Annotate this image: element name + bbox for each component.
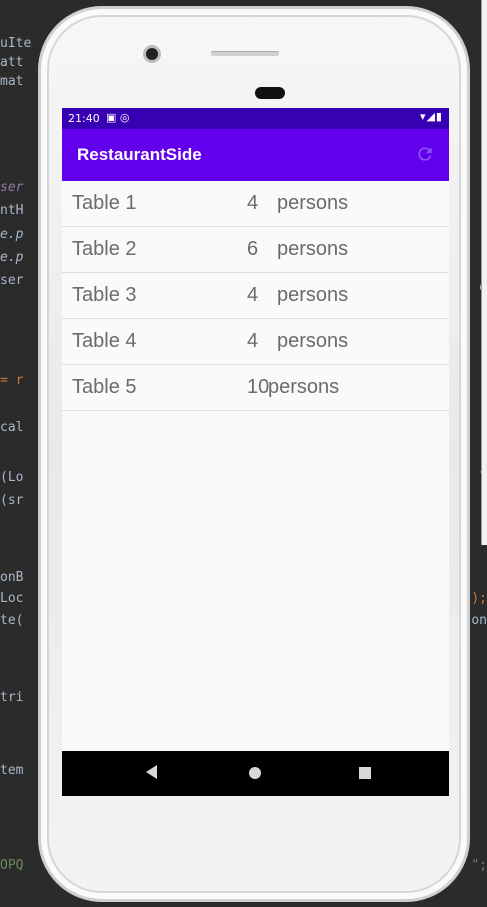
persons-count: 6: [247, 238, 259, 260]
persons-count: 4: [247, 284, 259, 306]
table-name: Table 5: [72, 376, 137, 398]
status-time: 21:40: [68, 112, 100, 125]
code-line: ntH: [0, 203, 24, 218]
phone-screen: 21:40 ▣ ◎ ▾◢▮ RestaurantSide Table 1 4 p…: [62, 108, 449, 796]
back-icon[interactable]: [146, 765, 157, 779]
persons-label: persons: [268, 376, 340, 398]
code-line: ser: [0, 180, 24, 195]
persons-label: persons: [277, 238, 349, 260]
table-name: Table 1: [72, 192, 137, 214]
code-line: (Lo: [0, 470, 24, 485]
ide-side-panel: [481, 0, 487, 545]
code-line: tem: [0, 763, 24, 778]
table-name: Table 4: [72, 330, 137, 352]
code-line: cal: [0, 420, 24, 435]
code-line: tri: [0, 690, 24, 705]
code-line: = r: [0, 373, 24, 388]
code-line: Loc: [0, 591, 24, 606]
app-bar: RestaurantSide: [62, 129, 449, 181]
table-row[interactable]: Table 1 4 persons: [62, 181, 449, 227]
notification-icons: ▣ ◎: [106, 111, 130, 124]
code-line: att: [0, 55, 24, 70]
table-row[interactable]: Table 5 10 persons: [62, 365, 449, 411]
persons-label: persons: [277, 330, 349, 352]
code-line: OPQ: [0, 858, 24, 873]
code-line: uIte: [0, 36, 32, 51]
earpiece: [255, 87, 285, 99]
code-line: (sr: [0, 493, 24, 508]
code-line: e.p: [0, 250, 24, 265]
camera-icon: [143, 45, 161, 63]
code-line: on: [471, 613, 487, 628]
refresh-icon[interactable]: [415, 144, 435, 164]
code-line: mat: [0, 74, 24, 89]
code-line: );: [471, 591, 487, 606]
code-line: ";: [471, 858, 487, 873]
persons-label: persons: [277, 192, 349, 214]
code-line: e.p: [0, 227, 24, 242]
signal-battery-icons: ▾◢▮: [419, 110, 443, 123]
code-line: ser: [0, 273, 24, 288]
navigation-bar: [62, 751, 449, 796]
table-row[interactable]: Table 2 6 persons: [62, 227, 449, 273]
persons-count: 4: [247, 192, 259, 214]
code-line: onB: [0, 570, 24, 585]
home-icon[interactable]: [249, 767, 261, 779]
persons-label: persons: [277, 284, 349, 306]
recent-apps-icon[interactable]: [359, 767, 371, 779]
table-row[interactable]: Table 4 4 persons: [62, 319, 449, 365]
code-line: te(: [0, 613, 24, 628]
speaker-grille: [211, 51, 279, 56]
app-title: RestaurantSide: [77, 145, 202, 164]
persons-count: 4: [247, 330, 259, 352]
status-bar: 21:40 ▣ ◎ ▾◢▮: [62, 108, 449, 129]
table-name: Table 2: [72, 238, 137, 260]
table-name: Table 3: [72, 284, 137, 306]
table-row[interactable]: Table 3 4 persons: [62, 273, 449, 319]
tables-list: Table 1 4 persons Table 2 6 persons Tabl…: [62, 181, 449, 411]
